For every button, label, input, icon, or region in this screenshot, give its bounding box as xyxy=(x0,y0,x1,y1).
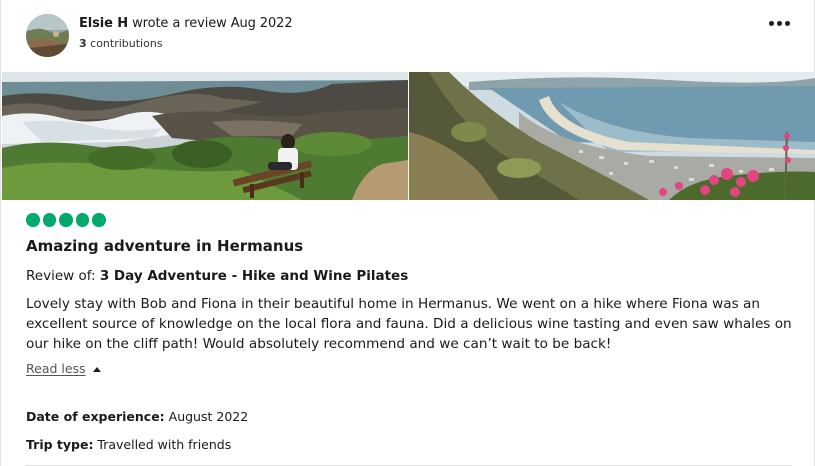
rating-bubble-icon xyxy=(59,213,73,227)
trip-type-label: Trip type: xyxy=(26,437,94,452)
more-horizontal-icon-dot xyxy=(784,20,790,26)
rating-bubbles xyxy=(26,213,106,227)
more-horizontal-icon-dot xyxy=(776,20,782,26)
read-less-label: Read less xyxy=(26,361,86,376)
trip-type-value: Travelled with friends xyxy=(93,437,232,452)
contribution-count: 3 xyxy=(79,37,87,50)
product-link[interactable]: 3 Day Adventure - Hike and Wine Pilates xyxy=(100,268,408,284)
more-horizontal-icon-dot xyxy=(768,20,774,26)
review-body: Lovely stay with Bob and Fiona in their … xyxy=(26,296,792,352)
rating-bubble-icon xyxy=(42,213,56,227)
caret-up-icon xyxy=(92,366,101,372)
review-title[interactable]: Amazing adventure in Hermanus xyxy=(26,236,303,256)
rating-bubble-icon xyxy=(92,213,106,227)
review-photo-coast-bench[interactable] xyxy=(2,72,408,200)
reviewer-name-link[interactable]: Elsie H xyxy=(79,16,128,31)
review-of: Review of: 3 Day Adventure - Hike and Wi… xyxy=(26,267,408,285)
avatar[interactable] xyxy=(26,14,69,57)
trip-type: Trip type: Travelled with friends xyxy=(26,437,231,453)
rating-bubble-icon xyxy=(75,213,89,227)
more-options-button[interactable] xyxy=(765,12,793,34)
review-photo-bay-view[interactable] xyxy=(409,72,815,200)
review-date-text: wrote a review Aug 2022 xyxy=(128,16,293,31)
rating-bubble-icon xyxy=(26,213,40,227)
date-of-experience-label: Date of experience: xyxy=(26,409,165,424)
date-of-experience: Date of experience: August 2022 xyxy=(26,409,248,425)
review-card: Elsie H wrote a review Aug 2022 3 contri… xyxy=(0,0,815,466)
date-of-experience-value: August 2022 xyxy=(164,409,249,424)
review-of-label: Review of: xyxy=(26,268,100,284)
contributions: 3 contributions xyxy=(79,37,163,51)
reviewer-line: Elsie H wrote a review Aug 2022 xyxy=(79,15,293,32)
read-less-button[interactable]: Read less xyxy=(26,361,101,377)
contribution-label: contributions xyxy=(86,37,163,50)
